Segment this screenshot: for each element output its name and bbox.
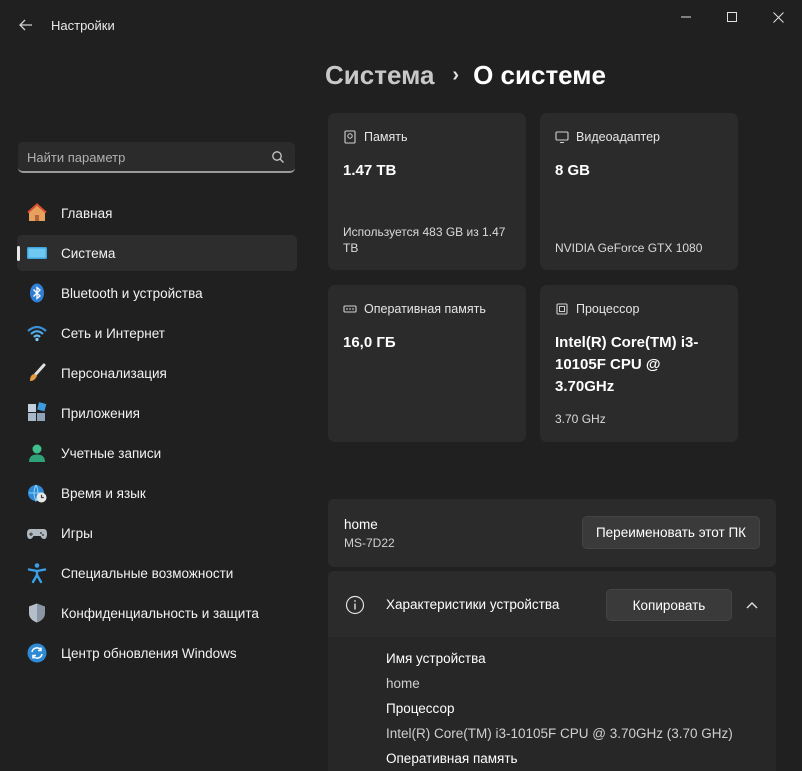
ram-card-header: Оперативная память [343,302,486,316]
ram-total: 16,0 ГБ [343,334,396,351]
home-icon [26,202,48,224]
cpu-card-header: Процессор [555,302,639,316]
sidebar-item-label: Игры [61,525,93,541]
close-button[interactable] [755,2,801,32]
sidebar-item-label: Главная [61,205,113,221]
shield-icon [26,602,48,624]
title-bar: Настройки [0,0,802,50]
minimize-button[interactable] [663,2,709,32]
pc-name-row: home MS-7D22 Переименовать этот ПК [328,499,776,567]
collapse-button[interactable] [740,595,764,615]
storage-card-title: Память [364,130,408,144]
ram-icon [343,305,357,313]
device-specs-header[interactable]: Характеристики устройства Копировать [328,571,776,637]
sidebar-item-accessibility[interactable]: Специальные возможности [17,555,297,591]
bluetooth-icon [26,282,48,304]
sidebar-item-windows-update[interactable]: Центр обновления Windows [17,635,297,671]
sidebar-item-label: Специальные возможности [61,565,234,581]
sidebar-item-label: Учетные записи [61,445,162,461]
gpu-model: NVIDIA GeForce GTX 1080 [555,241,703,255]
chevron-up-icon [746,602,758,609]
sidebar-nav: Главная Система Bluetooth и устройства С… [17,195,297,675]
sidebar-item-privacy[interactable]: Конфиденциальность и защита [17,595,297,631]
sidebar-item-network[interactable]: Сеть и Интернет [17,315,297,351]
back-arrow-icon [19,19,32,31]
sidebar-item-label: Центр обновления Windows [61,645,237,661]
ram-card[interactable]: Оперативная память 16,0 ГБ [328,285,526,442]
cpu-card[interactable]: Процессор Intel(R) Core(TM) i3-10105F CP… [540,285,738,442]
cpu-model: Intel(R) Core(TM) i3-10105F CPU @ 3.70GH… [555,334,699,395]
cpu-frequency: 3.70 GHz [555,412,606,426]
sidebar-item-label: Приложения [61,405,140,421]
breadcrumb-separator-icon: › [452,64,460,86]
update-icon [26,642,48,664]
cpu-card-title: Процессор [576,302,640,316]
apps-icon [26,402,48,424]
sidebar-item-label: Время и язык [61,485,146,501]
minimize-icon [681,16,691,18]
device-specs-title: Характеристики устройства [386,597,560,612]
sidebar-item-bluetooth[interactable]: Bluetooth и устройства [17,275,297,311]
sidebar-item-label: Система [61,245,116,261]
rename-pc-button[interactable]: Переименовать этот ПК [582,516,760,549]
gpu-card[interactable]: Видеоадаптер 8 GB NVIDIA GeForce GTX 108… [540,113,738,270]
cpu-icon [556,303,568,315]
app-title: Настройки [51,18,115,33]
sidebar-item-accounts[interactable]: Учетные записи [17,435,297,471]
sidebar-item-time-language[interactable]: Время и язык [17,475,297,511]
maximize-button[interactable] [709,2,755,32]
maximize-icon [727,12,737,22]
sidebar-item-label: Персонализация [61,365,167,381]
sidebar-item-gaming[interactable]: Игры [17,515,297,551]
system-icon [26,242,48,264]
sidebar-item-label: Сеть и Интернет [61,325,165,341]
storage-total: 1.47 TB [343,162,397,179]
gpu-icon [555,131,569,144]
sidebar-item-apps[interactable]: Приложения [17,395,297,431]
storage-icon [344,130,356,144]
account-icon [26,442,48,464]
gpu-card-header: Видеоадаптер [555,130,660,144]
search-icon[interactable] [271,150,285,164]
sidebar-item-label: Конфиденциальность и защита [61,605,259,621]
ram-card-title: Оперативная память [364,302,486,316]
sidebar-item-system[interactable]: Система [17,235,297,271]
wifi-icon [26,322,48,344]
accessibility-icon [26,562,48,584]
gpu-memory: 8 GB [555,162,591,179]
breadcrumb: Система › О системе [325,60,606,91]
gamepad-icon [26,522,48,544]
breadcrumb-parent[interactable]: Система [325,60,434,91]
sidebar-item-personalization[interactable]: Персонализация [17,355,297,391]
storage-card[interactable]: Память 1.47 TB Используется 483 GB из 1.… [328,113,526,270]
brush-icon [26,362,48,384]
globe-clock-icon [26,482,48,504]
page-title: О системе [473,60,606,90]
spec-label-device-name: Имя устройства [386,651,486,666]
storage-card-header: Память [343,130,408,144]
sidebar-item-label: Bluetooth и устройства [61,285,203,301]
spec-label-processor: Процессор [386,701,455,716]
back-button[interactable] [14,13,38,37]
gpu-card-title: Видеоадаптер [576,130,660,144]
spec-value-device-name: home [386,676,420,691]
copy-button[interactable]: Копировать [606,589,732,621]
search-input[interactable] [27,148,257,166]
pc-model: MS-7D22 [344,536,395,550]
sidebar-item-home[interactable]: Главная [17,195,297,231]
search-box[interactable] [18,142,295,173]
device-specs-section: Характеристики устройства Копировать Имя… [328,571,776,771]
close-icon [772,11,784,23]
spec-value-processor: Intel(R) Core(TM) i3-10105F CPU @ 3.70GH… [386,726,733,741]
storage-usage: Используется 483 GB из 1.47 TB [343,225,506,255]
info-icon [345,595,365,615]
pc-name: home [344,517,378,532]
